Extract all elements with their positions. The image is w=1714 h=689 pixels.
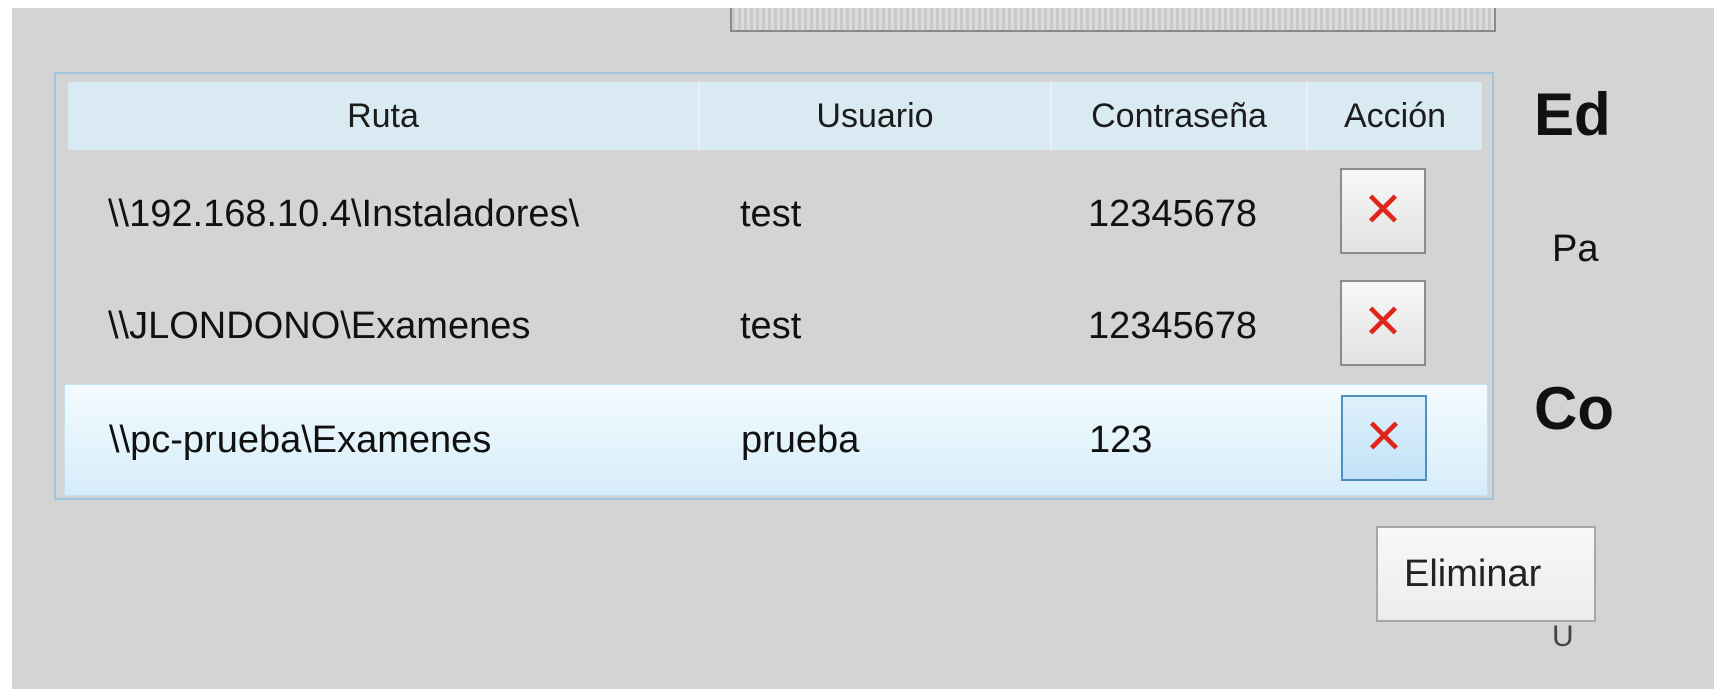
table-header: Ruta Usuario Contraseña Acción [68,82,1482,150]
cell-ruta: \\192.168.10.4\Instaladores\ [108,192,580,235]
delete-row-button[interactable]: ✕ [1340,280,1426,366]
partial-label: U [1552,620,1574,653]
delete-x-icon: ✕ [1362,296,1404,349]
table-row-selected[interactable]: \\pc-prueba\Examenes prueba 123 ✕ [64,384,1488,496]
cell-usuario: prueba [741,418,860,461]
cell-ruta: \\pc-prueba\Examenes [109,418,492,461]
column-header-contrasena[interactable]: Contraseña [1052,82,1308,150]
delete-x-icon: ✕ [1362,184,1404,237]
horizontal-scrollbar[interactable] [730,8,1496,32]
app-window: Ruta Usuario Contraseña Acción \\192.168… [12,8,1714,689]
delete-x-icon: ✕ [1363,411,1405,464]
cell-contrasena: 12345678 [1088,304,1258,347]
column-header-ruta[interactable]: Ruta [68,82,700,150]
column-header-usuario[interactable]: Usuario [700,82,1052,150]
column-header-accion[interactable]: Acción [1308,82,1482,150]
field-label: Pa [1552,228,1599,270]
eliminar-button[interactable]: Eliminar [1376,526,1596,622]
section-heading-config: Co [1534,375,1614,442]
delete-row-button[interactable]: ✕ [1341,395,1427,481]
cell-ruta: \\JLONDONO\Examenes [108,304,531,347]
delete-row-button[interactable]: ✕ [1340,168,1426,254]
cell-contrasena: 12345678 [1088,192,1258,235]
cell-usuario: test [740,304,802,347]
cell-contrasena: 123 [1089,418,1153,461]
cell-usuario: test [740,192,802,235]
table-row[interactable]: \\192.168.10.4\Instaladores\ test 123456… [64,158,1488,270]
table-row[interactable]: \\JLONDONO\Examenes test 12345678 ✕ [64,270,1488,382]
section-heading-edit: Ed [1534,81,1611,148]
network-paths-table: Ruta Usuario Contraseña Acción \\192.168… [54,72,1494,500]
